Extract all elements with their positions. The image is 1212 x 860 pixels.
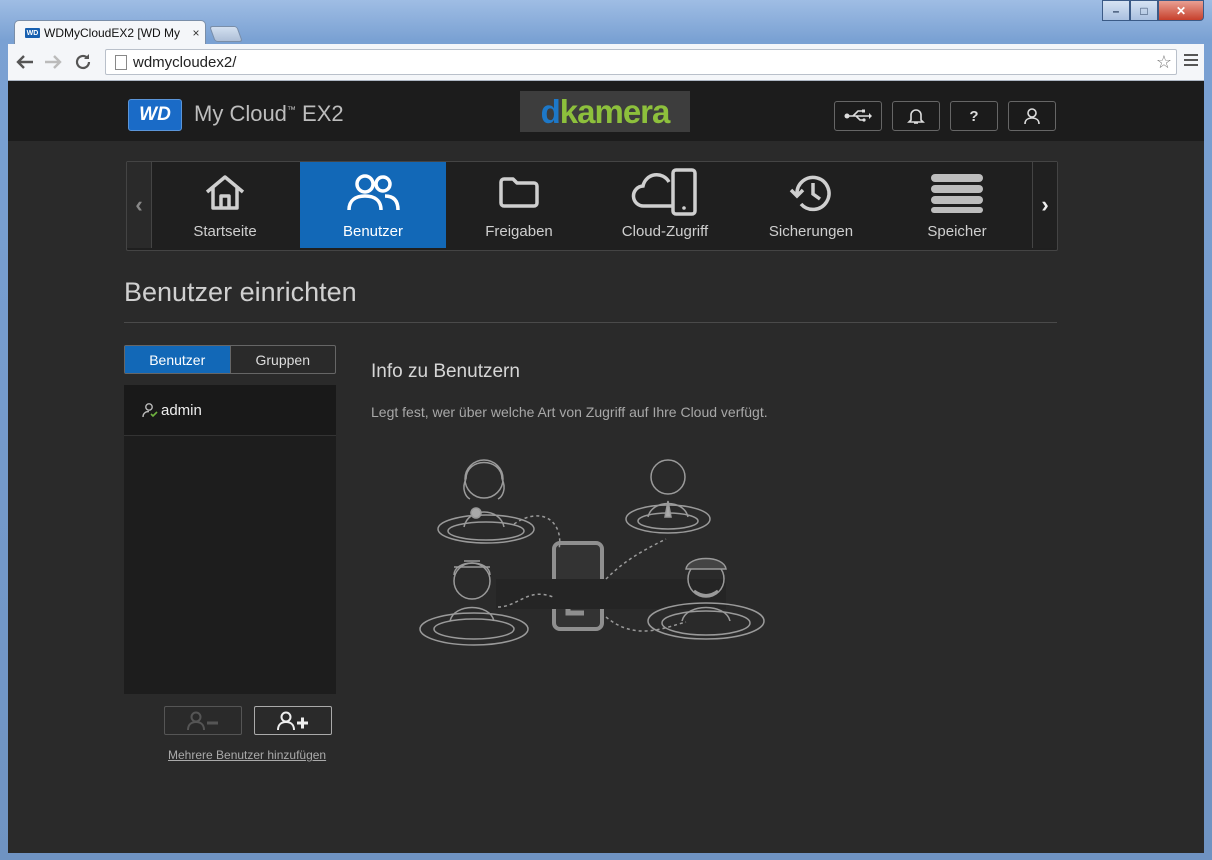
product-name: My Cloud™ EX2 (194, 101, 344, 127)
nav-label: Benutzer (342, 223, 404, 240)
help-button[interactable]: ? (950, 101, 998, 131)
remove-user-button[interactable] (164, 706, 242, 735)
nav-item-speicher[interactable]: Speicher (884, 162, 1030, 248)
watermark-text: kamera (559, 92, 671, 130)
users-icon (347, 174, 400, 211)
page-title: Benutzer einrichten (124, 277, 357, 307)
add-multiple-users-link[interactable]: Mehrere Benutzer hinzufügen (168, 748, 326, 762)
bookmark-star-icon[interactable]: ☆ (1152, 52, 1176, 73)
user-minus-icon (187, 711, 218, 730)
nav-label: Cloud-Zugriff (621, 223, 709, 240)
reload-icon[interactable] (72, 51, 94, 73)
app-header: WD My Cloud™ EX2 d kamera ? (8, 81, 1204, 141)
nav-label: Freigaben (485, 223, 553, 240)
wd-logo[interactable]: WD (128, 99, 182, 131)
new-tab-button[interactable] (209, 26, 243, 42)
users-illustration (419, 459, 765, 646)
admin-user-icon (142, 403, 158, 418)
nav-item-startseite[interactable]: Startseite (152, 162, 298, 248)
nav-next-button[interactable]: › (1032, 162, 1057, 248)
nav-prev-button[interactable]: ‹ (127, 162, 152, 248)
notifications-button[interactable] (892, 101, 940, 131)
user-icon (1024, 108, 1040, 125)
storage-icon (931, 174, 983, 213)
nav-label: Speicher (927, 223, 987, 240)
home-icon (205, 175, 245, 210)
usb-button[interactable] (834, 101, 882, 131)
tab-title: WDMyCloudEX2 [WD My (44, 26, 181, 40)
nav-item-freigaben[interactable]: Freigaben (446, 162, 592, 248)
back-arrow-icon[interactable] (14, 51, 36, 73)
usb-icon (844, 109, 872, 122)
app-content: WD My Cloud™ EX2 dkamera ? ‹ Startseite (8, 81, 1204, 853)
help-icon: ? (969, 107, 979, 125)
folder-icon (499, 177, 539, 208)
trademark-mark: ™ (286, 104, 296, 115)
user-list: admin (124, 385, 336, 694)
product-model: EX2 (295, 101, 344, 126)
forward-arrow-icon[interactable] (42, 51, 64, 73)
chrome-menu-icon[interactable] (1184, 54, 1198, 69)
nav-item-benutzer[interactable]: Benutzer (300, 162, 446, 248)
user-name: admin (161, 401, 202, 419)
nav-item-cloud-zugriff[interactable]: Cloud-Zugriff (592, 162, 738, 248)
nav-label: Sicherungen (768, 223, 854, 240)
account-button[interactable] (1008, 101, 1056, 131)
tab-gruppen[interactable]: Gruppen (229, 346, 336, 373)
backup-clock-icon (789, 175, 831, 212)
wd-favicon-icon: WD (25, 28, 40, 38)
cloud-phone-icon (631, 168, 697, 216)
page-icon (115, 54, 127, 70)
title-divider (124, 322, 1057, 323)
address-bar[interactable]: wdmycloudex2/ ☆ (105, 49, 1177, 75)
browser-toolbar: wdmycloudex2/ ☆ (8, 44, 1204, 81)
watermark-logo: d kamera (520, 91, 690, 132)
tab-benutzer[interactable]: Benutzer (125, 346, 230, 373)
minimize-button[interactable]: – (1102, 0, 1130, 21)
user-plus-icon (277, 711, 308, 730)
maximize-button[interactable]: □ (1130, 0, 1158, 21)
browser-tab[interactable]: WD WDMyCloudEX2 [WD My × (14, 20, 206, 45)
info-title: Info zu Benutzern (371, 361, 520, 382)
add-user-button[interactable] (254, 706, 332, 735)
nav-label: Startseite (193, 223, 257, 240)
watermark-prefix: d (540, 92, 561, 130)
url-text: wdmycloudex2/ (133, 53, 237, 71)
user-group-toggle: Benutzer Gruppen (124, 345, 336, 374)
tab-close-icon[interactable]: × (187, 26, 205, 40)
main-navigation: ‹ Startseite Benutzer Freigaben Cloud-Zu… (126, 161, 1058, 251)
product-brand: My Cloud (194, 101, 287, 126)
info-description: Legt fest, wer über welche Art von Zugri… (371, 404, 768, 420)
close-window-button[interactable]: ✕ (1158, 0, 1204, 21)
window-controls: – □ ✕ (1102, 0, 1204, 21)
bell-icon (907, 109, 925, 124)
nav-item-sicherungen[interactable]: Sicherungen (738, 162, 884, 248)
list-item[interactable]: admin (124, 385, 336, 436)
browser-window: – □ ✕ WD WDMyCloudEX2 [WD My × wdmycloud… (0, 0, 1212, 860)
